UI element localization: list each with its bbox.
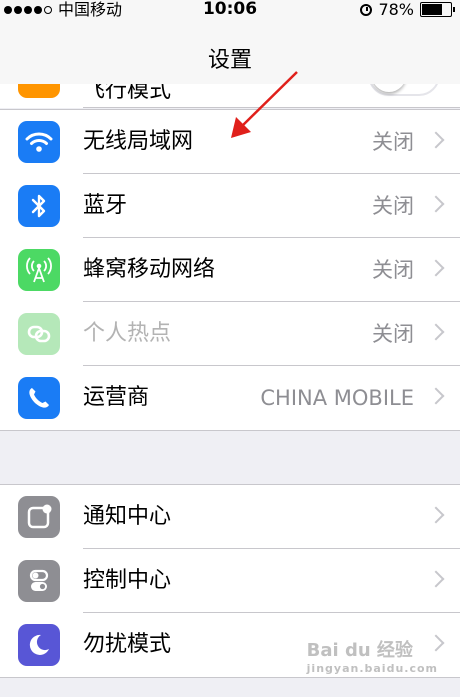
status-right: 78% xyxy=(360,0,455,19)
settings-row-bluetooth[interactable]: 蓝牙 关闭 xyxy=(0,174,460,238)
bluetooth-icon xyxy=(18,185,60,227)
wifi-value: 关闭 xyxy=(372,130,414,154)
network-settings-group: 无线局域网 关闭 蓝牙 关闭 蜂窝移动网络 关闭 个人热点 关闭 运营商 CHI… xyxy=(0,109,460,431)
bluetooth-label: 蓝牙 xyxy=(83,193,128,218)
control-center-icon xyxy=(18,560,60,602)
phone-icon xyxy=(18,377,60,419)
airplane-mode-label: 飞行模式 xyxy=(83,84,172,103)
carrier-label: 运营商 xyxy=(83,385,150,410)
chevron-right-icon xyxy=(427,387,445,405)
settings-row-wifi[interactable]: 无线局域网 关闭 xyxy=(0,110,460,174)
battery-icon xyxy=(420,2,455,17)
hotspot-value: 关闭 xyxy=(372,322,414,346)
chevron-right-icon xyxy=(427,323,445,341)
battery-percent: 78% xyxy=(378,0,414,19)
page-title: 设置 xyxy=(207,48,252,73)
chevron-right-icon xyxy=(427,259,445,277)
chevron-right-icon xyxy=(427,570,445,588)
alarm-icon xyxy=(360,3,373,16)
airplane-icon xyxy=(18,84,60,98)
airplane-mode-toggle[interactable] xyxy=(368,84,440,96)
notification-center-label: 通知中心 xyxy=(83,504,172,529)
settings-row-cellular[interactable]: 蜂窝移动网络 关闭 xyxy=(0,238,460,302)
settings-row-hotspot: 个人热点 关闭 xyxy=(0,302,460,366)
navigation-bar: 设置 xyxy=(0,22,460,85)
settings-row-notification-center[interactable]: 通知中心 xyxy=(0,485,460,549)
cellular-label: 蜂窝移动网络 xyxy=(83,257,216,282)
chevron-right-icon xyxy=(427,195,445,213)
moon-icon xyxy=(18,624,60,666)
notification-center-icon xyxy=(18,496,60,538)
do-not-disturb-label: 勿扰模式 xyxy=(83,632,172,657)
wifi-icon xyxy=(18,121,60,163)
status-bar: 中国移动 10:06 78% xyxy=(0,0,460,22)
hotspot-label: 个人热点 xyxy=(83,321,172,346)
settings-row-carrier[interactable]: 运营商 CHINA MOBILE xyxy=(0,366,460,430)
hotspot-link-icon xyxy=(18,313,60,355)
wifi-label: 无线局域网 xyxy=(83,129,194,154)
cellular-value: 关闭 xyxy=(372,258,414,282)
control-center-label: 控制中心 xyxy=(83,568,172,593)
cellular-antenna-icon xyxy=(18,249,60,291)
carrier-value: CHINA MOBILE xyxy=(260,386,414,410)
bluetooth-value: 关闭 xyxy=(372,194,414,218)
watermark-text: Bai du 经验 xyxy=(306,640,413,661)
chevron-right-icon xyxy=(427,506,445,524)
chevron-right-icon xyxy=(427,131,445,149)
airplane-mode-row[interactable]: 飞行模式 xyxy=(0,84,460,108)
settings-row-control-center[interactable]: 控制中心 xyxy=(0,549,460,613)
baidu-watermark: Bai du 经验 jingyan.baidu.com xyxy=(307,636,438,675)
watermark-subtext: jingyan.baidu.com xyxy=(306,662,438,675)
